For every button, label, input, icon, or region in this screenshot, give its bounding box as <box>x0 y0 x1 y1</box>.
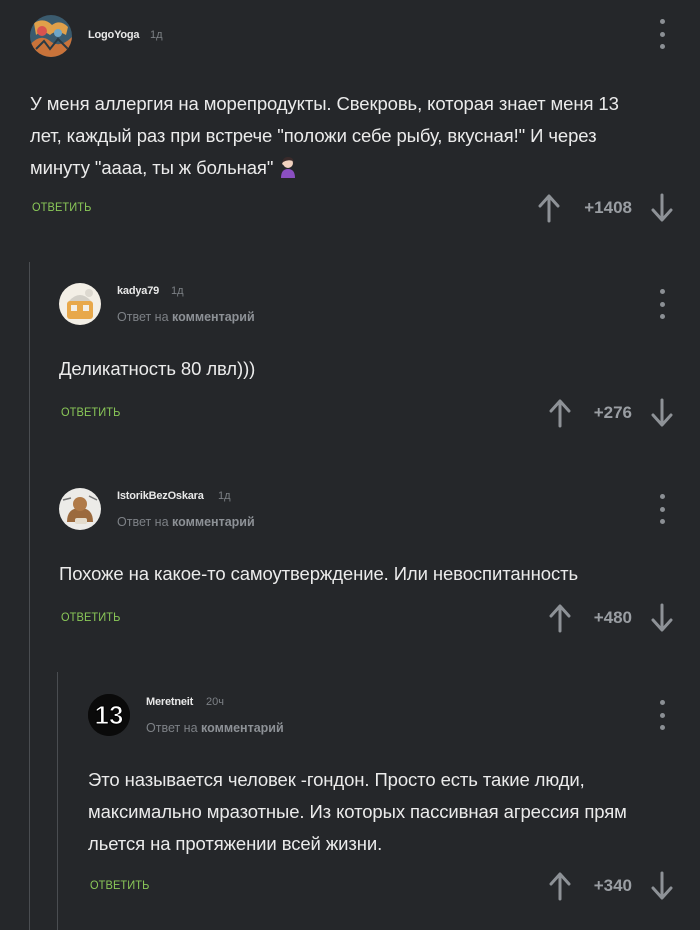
comment-time: 1д <box>171 285 184 297</box>
reply-button[interactable]: ОТВЕТИТЬ <box>32 200 91 214</box>
comment-text: Похоже на какое-то самоутверждение. Или … <box>59 563 579 584</box>
more-menu-icon[interactable] <box>657 289 667 319</box>
rating-count: +340 <box>593 876 632 895</box>
avatar[interactable]: 13 <box>88 694 130 736</box>
reply-to-link[interactable]: комментарий <box>201 721 284 735</box>
username[interactable]: LogoYoga <box>88 29 140 41</box>
thread-line <box>57 672 58 930</box>
comment-text: Это называется человек -гондон. Просто е… <box>88 769 627 854</box>
downvote-arrow-icon[interactable] <box>651 603 673 633</box>
reply-to-label: Ответ на комментарий <box>117 310 255 324</box>
thread-line <box>29 262 30 930</box>
avatar[interactable] <box>30 15 72 57</box>
rating-count: +276 <box>593 403 632 422</box>
reply-to-link[interactable]: комментарий <box>172 310 255 324</box>
avatar[interactable] <box>59 488 101 530</box>
downvote-arrow-icon[interactable] <box>651 193 673 223</box>
comment-text: Деликатность 80 лвл))) <box>59 358 256 379</box>
downvote-arrow-icon[interactable] <box>651 871 673 901</box>
username[interactable]: IstorikBezOskara <box>117 490 204 502</box>
comment-time: 1д <box>150 29 163 41</box>
upvote-arrow-icon[interactable] <box>538 193 560 223</box>
username[interactable]: kadya79 <box>117 285 159 297</box>
reply-to-label: Ответ на комментарий <box>146 721 284 735</box>
comment-time: 1д <box>218 490 231 502</box>
reply-button[interactable]: ОТВЕТИТЬ <box>61 610 120 624</box>
more-menu-icon[interactable] <box>657 494 667 524</box>
upvote-arrow-icon[interactable] <box>549 603 571 633</box>
downvote-arrow-icon[interactable] <box>651 398 673 428</box>
woman-facepalming-icon <box>281 157 296 178</box>
reply-to-link[interactable]: комментарий <box>172 515 255 529</box>
username[interactable]: Meretneit <box>146 696 193 708</box>
avatar-text: 13 <box>95 700 124 730</box>
upvote-arrow-icon[interactable] <box>549 871 571 901</box>
upvote-arrow-icon[interactable] <box>549 398 571 428</box>
comment-text: У меня аллергия на морепродукты. Свекров… <box>30 93 619 178</box>
reply-button[interactable]: ОТВЕТИТЬ <box>90 878 149 892</box>
rating-count: +1408 <box>584 198 632 217</box>
rating-count: +480 <box>593 608 632 627</box>
avatar[interactable] <box>59 283 101 325</box>
more-menu-icon[interactable] <box>657 700 667 730</box>
comment-time: 20ч <box>206 696 224 708</box>
reply-to-label: Ответ на комментарий <box>117 515 255 529</box>
reply-button[interactable]: ОТВЕТИТЬ <box>61 405 120 419</box>
more-menu-icon[interactable] <box>657 19 667 49</box>
